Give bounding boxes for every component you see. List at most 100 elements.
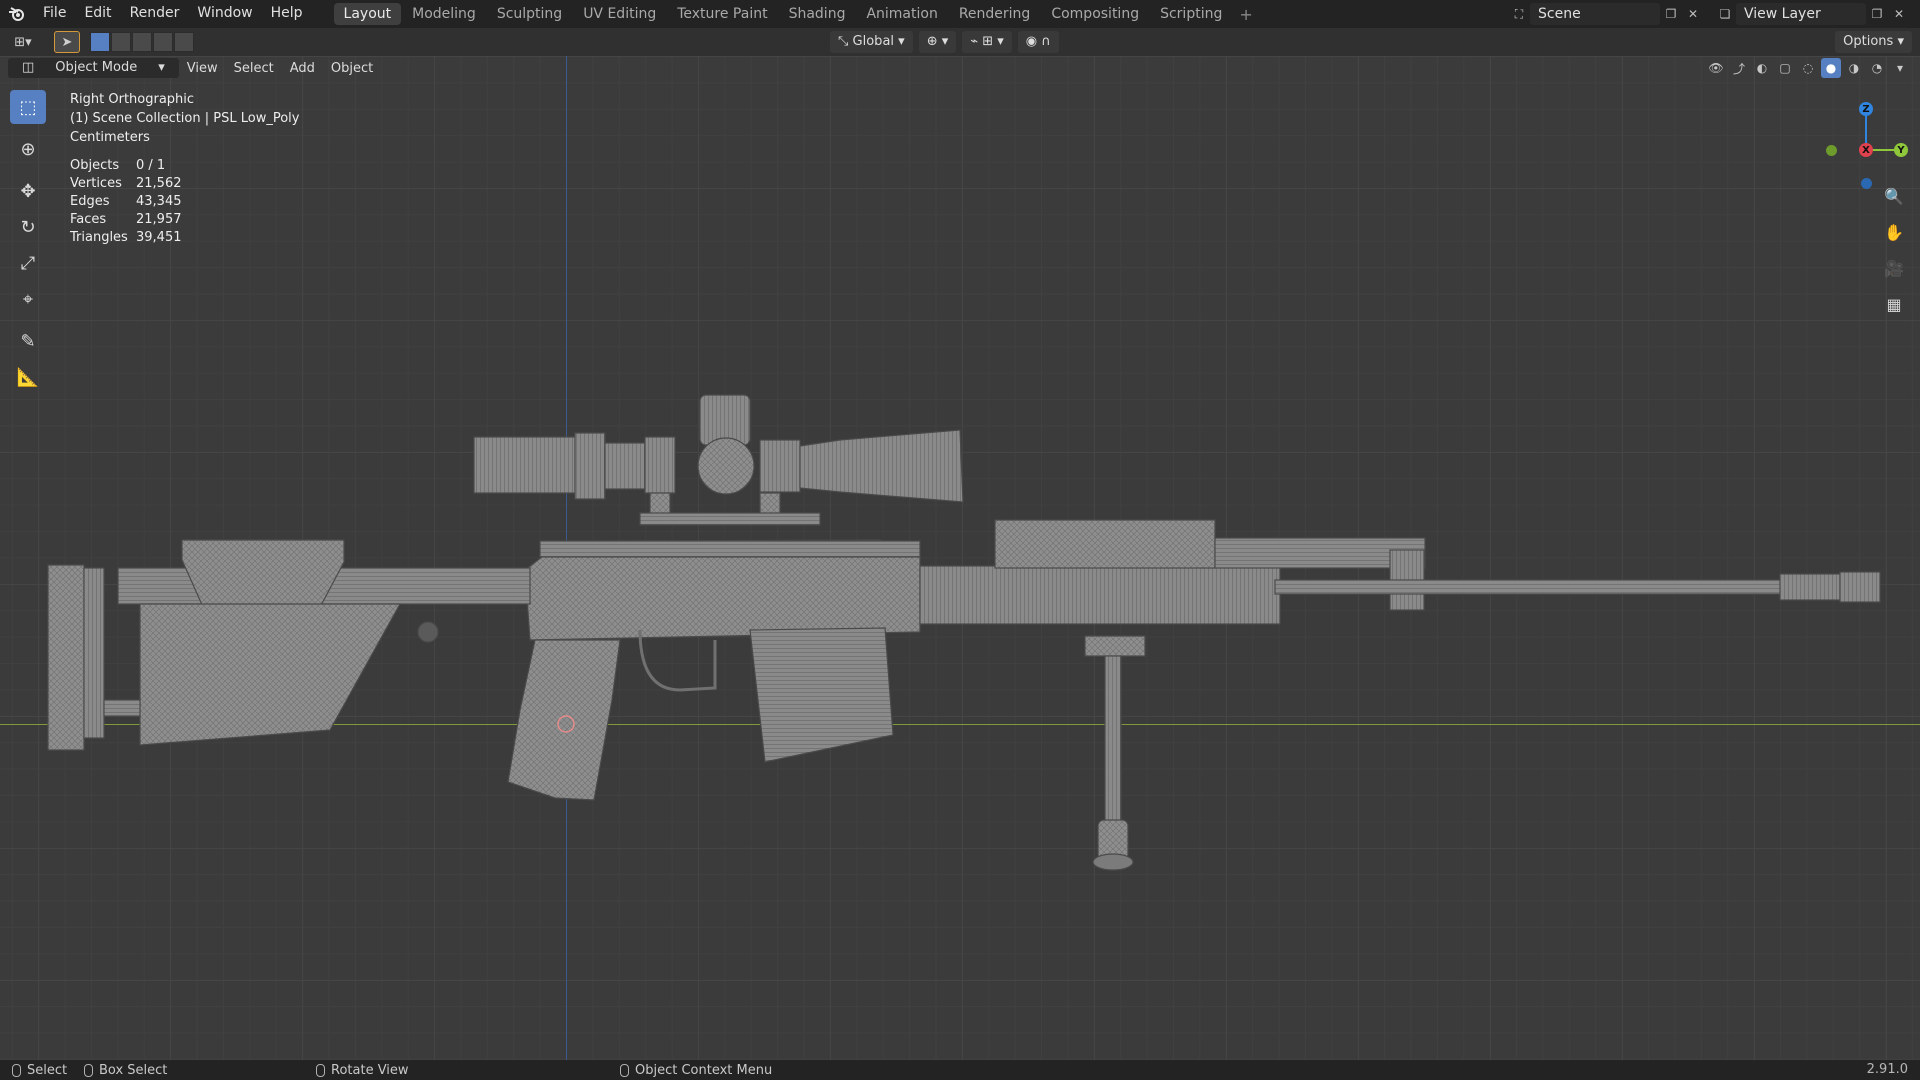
- measure-icon[interactable]: 📐: [10, 360, 46, 394]
- options-label: Options: [1843, 34, 1894, 49]
- viewport-info: Right Orthographic (1) Scene Collection …: [70, 90, 299, 247]
- wireframe-shading-icon[interactable]: ◌: [1798, 58, 1818, 78]
- blender-window: File Edit Render Window Help Layout Mode…: [0, 0, 1920, 1080]
- view-name: Right Orthographic: [70, 92, 195, 107]
- zoom-icon[interactable]: 🔍: [1880, 182, 1908, 210]
- scene-icon[interactable]: ⛶: [1508, 3, 1530, 25]
- overlay-toggle-icon[interactable]: ◐: [1752, 58, 1772, 78]
- menu-view[interactable]: View: [179, 61, 226, 76]
- pan-hand-icon[interactable]: ✋: [1880, 218, 1908, 246]
- stat-label: Edges: [70, 194, 110, 209]
- new-scene-icon[interactable]: ❐: [1660, 3, 1682, 25]
- tab-animation[interactable]: Animation: [856, 3, 947, 25]
- object-mode-icon: ◫: [22, 60, 35, 75]
- select-extend-icon[interactable]: [111, 32, 131, 52]
- gizmo-y-axis[interactable]: Y: [1894, 143, 1908, 157]
- status-select-label: Select: [27, 1062, 68, 1078]
- gizmo-toggle-icon[interactable]: ⤴: [1729, 58, 1749, 78]
- scene-stats: Objects 0 / 1 Vertices 21,562 Edges 43,345 …: [70, 157, 299, 247]
- pivot-dropdown[interactable]: ⊕ ▾: [918, 31, 957, 53]
- rendered-shading-icon[interactable]: ◔: [1867, 58, 1887, 78]
- tab-uv-editing[interactable]: UV Editing: [573, 3, 666, 25]
- visibility-icon[interactable]: 👁: [1706, 58, 1726, 78]
- view-layer-selector: ❏ View Layer ❐ ✕: [1714, 3, 1910, 25]
- delete-scene-icon[interactable]: ✕: [1682, 3, 1704, 25]
- rotate-icon[interactable]: ↻: [10, 210, 46, 244]
- add-workspace-icon[interactable]: +: [1233, 5, 1258, 24]
- gizmo-z-axis[interactable]: Z: [1859, 102, 1873, 116]
- active-tool-icon[interactable]: ➤: [54, 31, 80, 53]
- scene-name-field[interactable]: Scene: [1530, 3, 1660, 25]
- move-icon[interactable]: ✥: [10, 174, 46, 208]
- gizmo-neg-z-axis[interactable]: [1861, 178, 1872, 189]
- snap-icon[interactable]: ⌁ ⊞ ▾: [962, 31, 1012, 53]
- menu-file[interactable]: File: [34, 0, 75, 28]
- grid-view-icon[interactable]: ▦: [1880, 290, 1908, 318]
- stat-value: 43,345: [136, 194, 182, 209]
- options-dropdown[interactable]: Options ▾: [1835, 31, 1912, 53]
- xray-icon[interactable]: ▢: [1775, 58, 1795, 78]
- tool-header: ⊞▾ ➤ ⤡ Global ▾ ⊕ ▾ ⌁ ⊞ ▾ ◉ ∩ Options ▾: [0, 28, 1920, 56]
- camera-icon[interactable]: 🎥: [1880, 254, 1908, 282]
- solid-shading-icon[interactable]: ●: [1821, 58, 1841, 78]
- orientation-dropdown[interactable]: ⤡ Global ▾: [830, 31, 913, 53]
- tab-shading[interactable]: Shading: [779, 3, 856, 25]
- view-layer-icon[interactable]: ❏: [1714, 3, 1736, 25]
- cursor-icon[interactable]: ⊕: [10, 132, 46, 166]
- menu-help[interactable]: Help: [262, 0, 312, 28]
- mouse-left-icon: [12, 1063, 21, 1077]
- annotate-icon[interactable]: ✎: [10, 324, 46, 358]
- menu-object[interactable]: Object: [323, 61, 381, 76]
- viewport-menu: ◫ Object Mode ▾ View Select Add Object: [8, 58, 381, 78]
- tool-shelf: ⬚ ⊕ ✥ ↻ ⤢ ⌖ ✎ 📐: [10, 90, 46, 396]
- tab-scripting[interactable]: Scripting: [1150, 3, 1232, 25]
- scene-selector: ⛶ Scene ❐ ✕: [1508, 3, 1704, 25]
- viewport-header: ◫ Object Mode ▾ View Select Add Object 👁…: [0, 56, 1920, 80]
- scale-icon[interactable]: ⤢: [10, 246, 46, 280]
- status-rotate-view-label: Rotate View: [331, 1062, 409, 1078]
- navigation-gizmo[interactable]: Z Y X: [1816, 94, 1912, 190]
- mouse-right-icon: [620, 1063, 629, 1077]
- select-new-icon[interactable]: [90, 32, 110, 52]
- collection-info: (1) Scene Collection | PSL Low_Poly: [70, 111, 300, 126]
- delete-view-layer-icon[interactable]: ✕: [1888, 3, 1910, 25]
- menu-edit[interactable]: Edit: [75, 0, 120, 28]
- gizmo-x-axis[interactable]: X: [1859, 143, 1873, 157]
- material-shading-icon[interactable]: ◑: [1844, 58, 1864, 78]
- menu-add[interactable]: Add: [282, 61, 323, 76]
- shading-dropdown-icon[interactable]: ▾: [1890, 58, 1910, 78]
- tab-modeling[interactable]: Modeling: [402, 3, 486, 25]
- tab-texture-paint[interactable]: Texture Paint: [667, 3, 777, 25]
- tab-rendering[interactable]: Rendering: [949, 3, 1041, 25]
- stat-value: 21,562: [136, 176, 182, 191]
- tab-compositing[interactable]: Compositing: [1041, 3, 1149, 25]
- select-subtract-icon[interactable]: [132, 32, 152, 52]
- 3d-viewport[interactable]: Right Orthographic (1) Scene Collection …: [0, 56, 1920, 1060]
- editor-type-icon[interactable]: ⊞▾: [6, 31, 40, 53]
- status-rotate-view: Rotate View: [316, 1060, 409, 1080]
- select-intersect-icon[interactable]: [174, 32, 194, 52]
- orientation-label: Global: [852, 34, 895, 49]
- select-invert-icon[interactable]: [153, 32, 173, 52]
- status-box-select-label: Box Select: [99, 1062, 168, 1078]
- new-view-layer-icon[interactable]: ❐: [1866, 3, 1888, 25]
- menu-render[interactable]: Render: [121, 0, 189, 28]
- menu-window[interactable]: Window: [188, 0, 261, 28]
- tab-sculpting[interactable]: Sculpting: [487, 3, 572, 25]
- menu-select[interactable]: Select: [226, 61, 282, 76]
- stat-label: Faces: [70, 212, 107, 227]
- gizmo-neg-y-axis[interactable]: [1826, 145, 1837, 156]
- mouse-drag-icon: [84, 1063, 93, 1077]
- select-box-icon[interactable]: ⬚: [10, 90, 46, 124]
- blender-logo-icon[interactable]: [0, 0, 34, 28]
- selection-mode-group: [90, 32, 195, 52]
- stat-label: Objects: [70, 158, 120, 173]
- view-layer-field[interactable]: View Layer: [1736, 3, 1866, 25]
- orientation-icon: ⤡: [838, 34, 853, 49]
- top-bar: File Edit Render Window Help Layout Mode…: [0, 0, 1920, 28]
- tab-layout[interactable]: Layout: [333, 3, 402, 25]
- transform-tools: ⤡ Global ▾ ⊕ ▾ ⌁ ⊞ ▾ ◉ ∩: [830, 31, 1059, 53]
- transform-icon[interactable]: ⌖: [10, 282, 46, 316]
- proportional-edit-icon[interactable]: ◉ ∩: [1017, 31, 1059, 53]
- object-mode-dropdown[interactable]: ◫ Object Mode ▾: [8, 58, 179, 78]
